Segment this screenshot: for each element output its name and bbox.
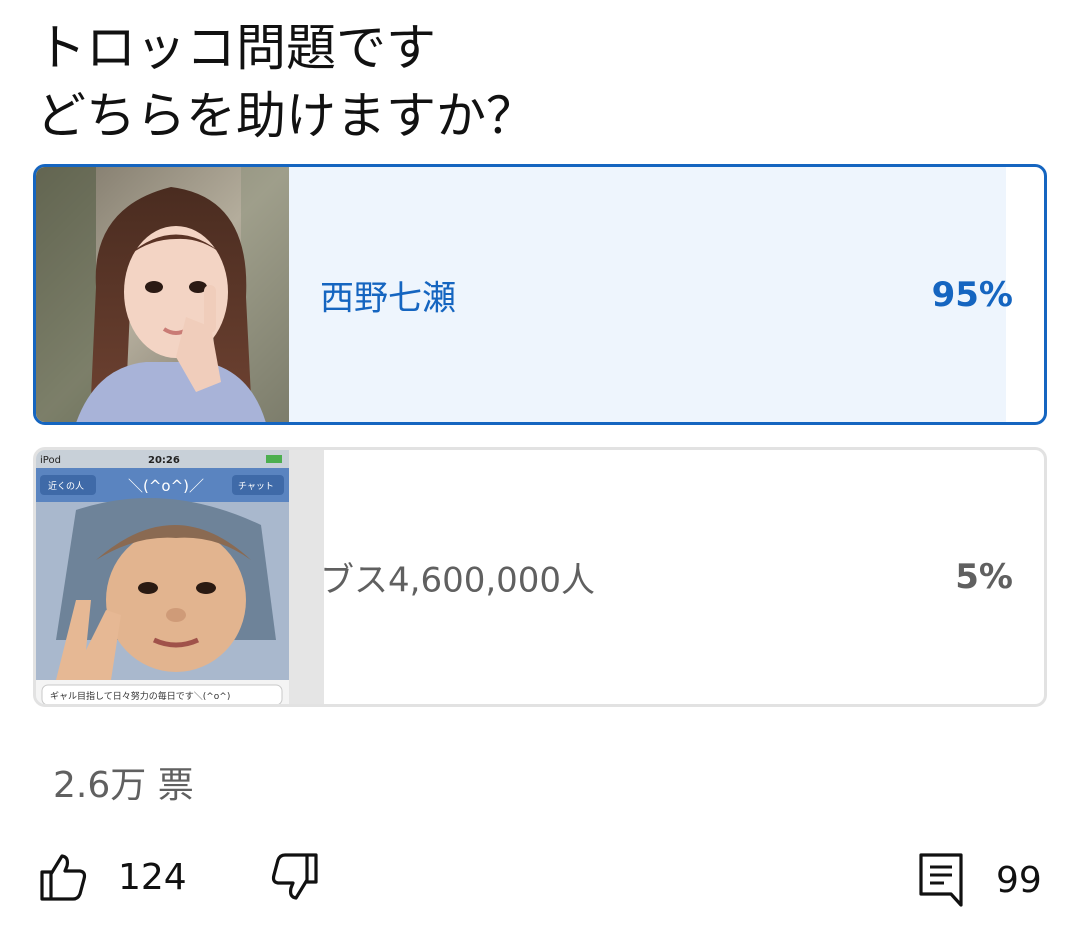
poll-question-line-2: どちらを助けますか？ <box>36 87 536 145</box>
poll-option-2-thumbnail: iPod 20:26 近くの人 ＼(^o^)／ チャット ギャル目指して日々努力… <box>36 450 289 704</box>
nav-right-text: チャット <box>238 481 274 492</box>
poll-option-2-percent: 5% <box>955 557 1013 597</box>
poll-option-1-percent: 95% <box>931 274 1013 315</box>
poll-option-2-label: ブス4,600,000人 <box>320 560 596 601</box>
caption-text: ギャル目指して日々努力の毎日です＼(^o^) <box>50 690 230 702</box>
thumbs-down-icon <box>271 853 318 900</box>
poll-question: トロッコ問題です どちらを助けますか？ <box>36 14 536 150</box>
action-bar: 124 99 <box>0 852 1080 922</box>
comment-icon <box>919 853 963 907</box>
poll-option-1-thumbnail <box>36 167 289 422</box>
dislike-button[interactable] <box>270 852 320 902</box>
phone-screenshot-image: iPod 20:26 近くの人 ＼(^o^)／ チャット ギャル目指して日々努力… <box>36 450 289 704</box>
nav-back-text: 近くの人 <box>48 480 84 492</box>
poll-question-line-1: トロッコ問題です <box>36 19 436 77</box>
poll-option-2[interactable]: iPod 20:26 近くの人 ＼(^o^)／ チャット ギャル目指して日々努力… <box>33 447 1047 707</box>
community-poll-post: トロッコ問題です どちらを助けますか？ 西野七瀬 95% iPod 20:26 … <box>0 0 1080 929</box>
comments-button[interactable]: 99 <box>918 852 1042 908</box>
battery-icon <box>266 455 282 463</box>
woman-portrait-image <box>36 167 289 422</box>
vote-count: 2.6万 票 <box>53 765 194 806</box>
status-device-text: iPod <box>40 455 61 466</box>
status-time-text: 20:26 <box>148 455 180 466</box>
nav-title-text: ＼(^o^)／ <box>128 477 204 495</box>
like-count: 124 <box>118 856 187 898</box>
like-button[interactable]: 124 <box>38 852 187 902</box>
poll-option-1[interactable]: 西野七瀬 95% <box>33 164 1047 425</box>
poll-option-1-label: 西野七瀬 <box>320 278 456 318</box>
comment-count: 99 <box>996 859 1042 901</box>
thumbs-up-icon <box>40 854 87 901</box>
